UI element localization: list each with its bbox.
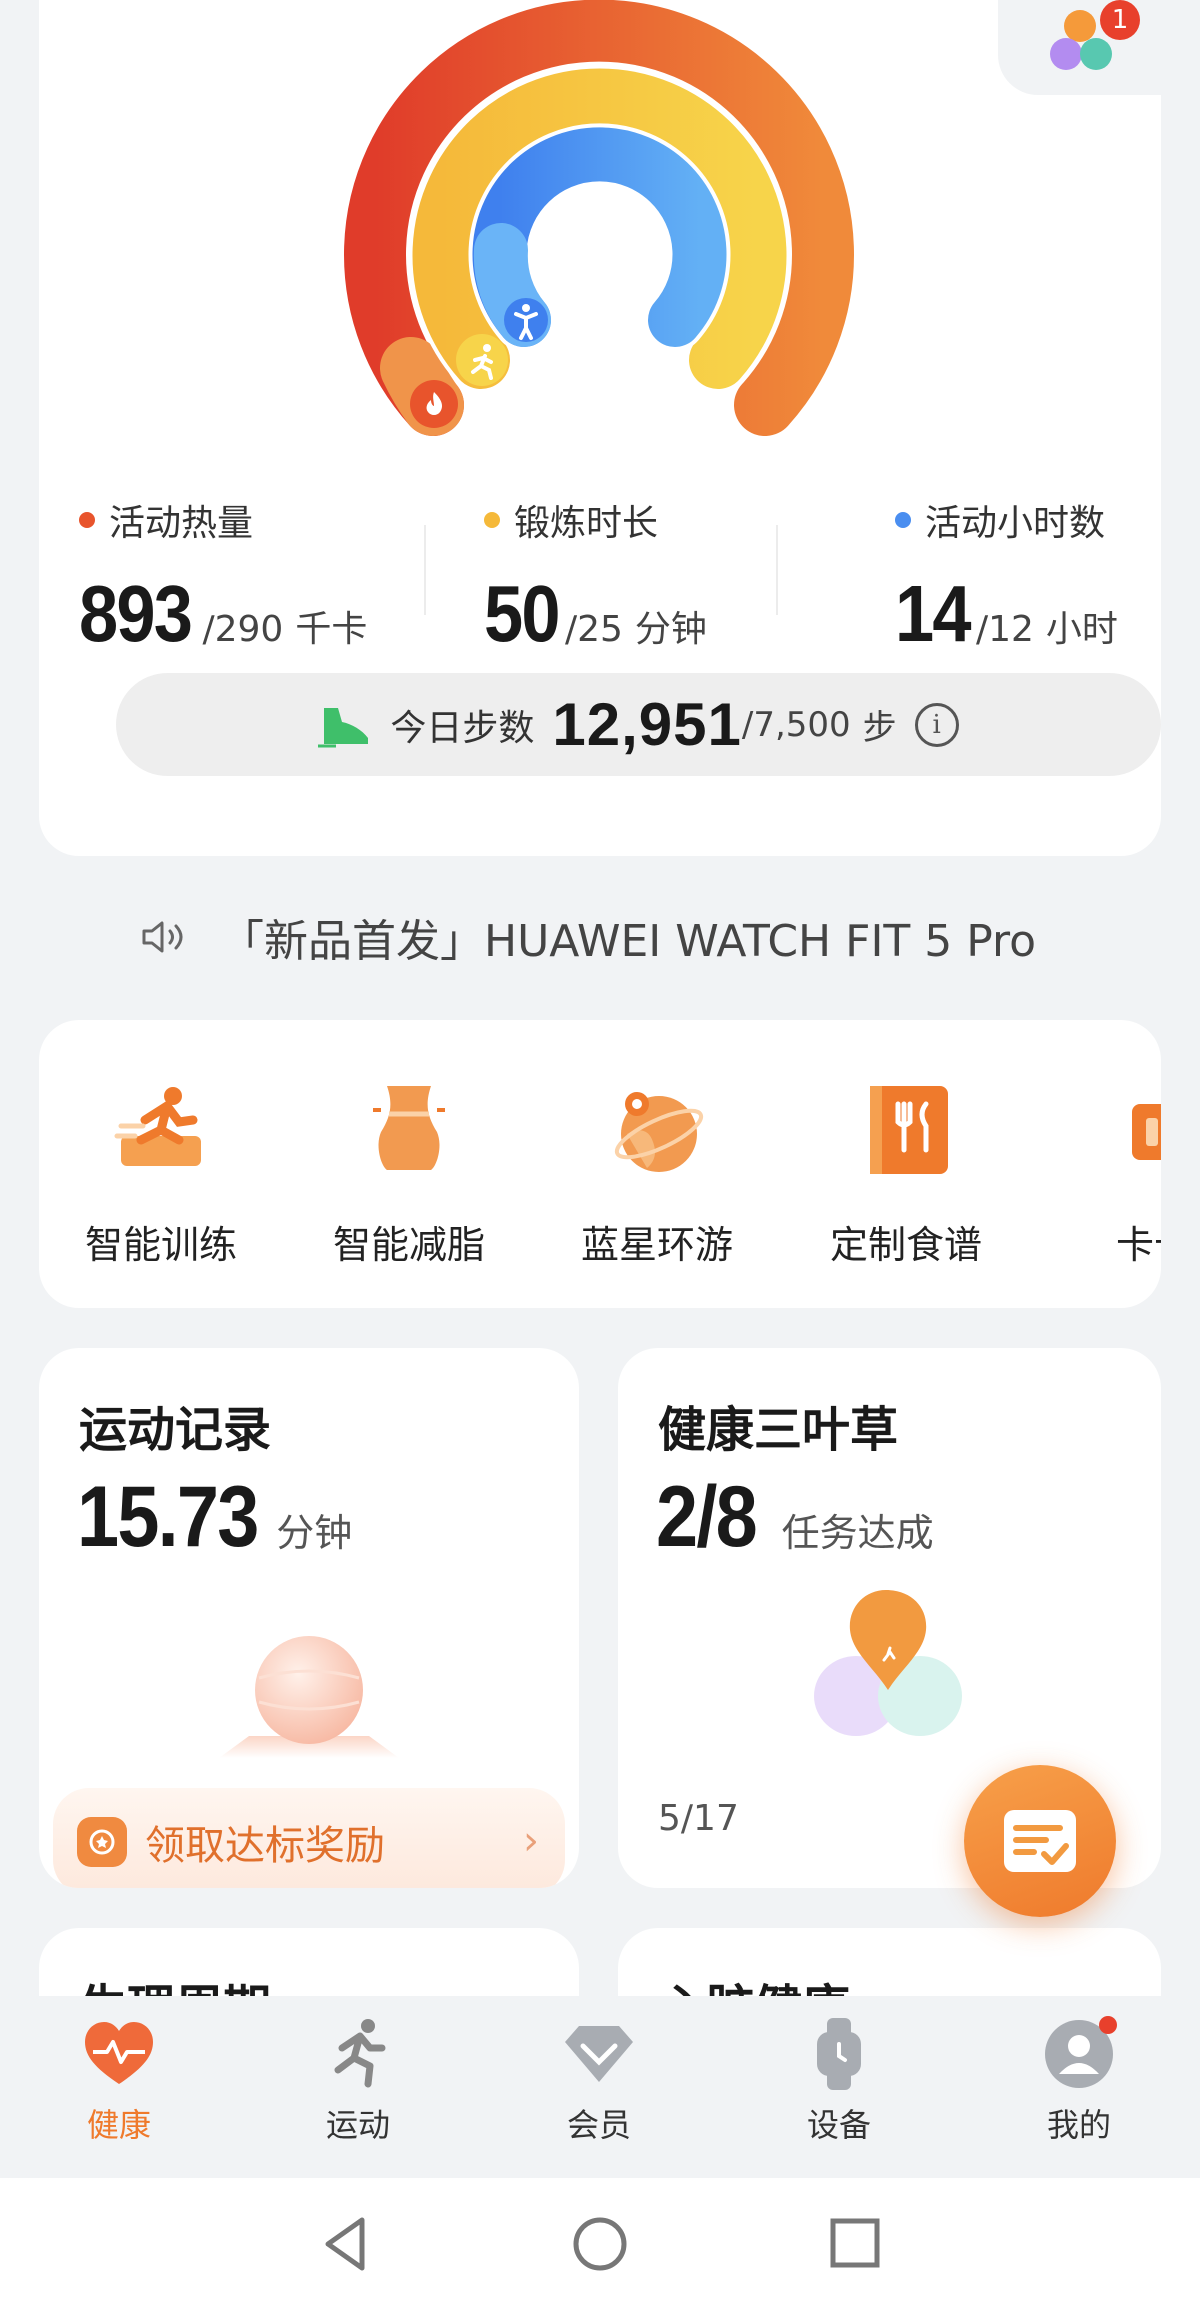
card-icon: [1104, 1080, 1161, 1180]
shortcuts-card: 智能训练 智能减脂 蓝星环游 定制食谱 卡: [39, 1020, 1161, 1308]
nav-exercise[interactable]: 运动: [283, 2014, 433, 2146]
nav-profile[interactable]: 我的: [1004, 2014, 1154, 2146]
back-icon[interactable]: [320, 2214, 370, 2274]
bottom-nav: 健康 运动 会员 设备 我的: [0, 1996, 1200, 2178]
exercise-duration-value: 15.73: [77, 1469, 259, 1565]
metric-label: 锻炼时长: [514, 503, 659, 544]
system-nav-bar: [0, 2178, 1200, 2310]
shortcut-smart-fat-loss[interactable]: 智能减脂: [309, 1080, 509, 1269]
globe-travel-icon: [607, 1080, 707, 1180]
shortcut-card[interactable]: 卡卡: [1054, 1080, 1161, 1269]
metric-goal: /25: [564, 609, 623, 650]
metric-label: 活动小时数: [925, 503, 1106, 544]
apps-shortcut[interactable]: 1: [998, 0, 1168, 95]
metric-calories: 活动热量 893/290 千卡: [79, 494, 367, 660]
shortcut-label: 智能减脂: [332, 1223, 485, 1267]
steps-goal: /7,500: [741, 704, 851, 745]
nav-devices[interactable]: 设备: [764, 2014, 914, 2146]
nav-label: 运动: [325, 2106, 390, 2144]
clover-progress-value: 2/8: [656, 1469, 758, 1565]
metric-value: 50: [484, 569, 561, 658]
metric-goal: /12: [975, 609, 1034, 650]
shoe-icon: [318, 707, 369, 747]
announcement-text: 「新品首发」HUAWEI WATCH FIT 5 Pro: [220, 916, 1037, 967]
steps-label: 今日步数: [390, 707, 535, 749]
shortcut-label: 蓝星环游: [580, 1223, 733, 1267]
profile-icon: [1039, 2014, 1119, 2094]
waist-fat-loss-icon: [359, 1080, 459, 1180]
runner-icon: [318, 2014, 398, 2094]
stand-dot: [895, 512, 911, 528]
notification-dot: [1099, 2016, 1117, 2034]
card-title: 运动记录: [79, 1402, 272, 1458]
steps-value: 12,951: [552, 691, 742, 758]
nav-label: 设备: [806, 2106, 871, 2144]
shortcut-blue-planet-tour[interactable]: 蓝星环游: [557, 1080, 757, 1269]
activity-rings-chart[interactable]: [39, 0, 1161, 470]
metric-goal: /290: [202, 609, 284, 650]
nav-health[interactable]: 健康: [44, 2014, 194, 2146]
clover-icon: [814, 1590, 962, 1736]
exercise-duration-unit: 分钟: [276, 1511, 353, 1555]
metric-value: 893: [79, 569, 193, 658]
metric-unit: 千卡: [295, 609, 368, 650]
notification-badge: 1: [1100, 0, 1140, 40]
heart-pulse-icon: [79, 2014, 159, 2094]
steps-unit: 步: [862, 708, 897, 748]
clover-progress-unit: 任务达成: [781, 1511, 934, 1555]
metric-label: 活动热量: [109, 503, 254, 544]
divider: [776, 525, 778, 615]
exercise-dot: [484, 512, 500, 528]
shortcut-label: 智能训练: [84, 1223, 237, 1267]
home-icon[interactable]: [570, 2214, 630, 2274]
announcement-bar[interactable]: 「新品首发」HUAWEI WATCH FIT 5 Pro: [140, 905, 1036, 969]
health-log-fab[interactable]: [964, 1765, 1116, 1917]
clover-date: 5/17: [658, 1798, 739, 1839]
exercise-record-card[interactable]: 运动记录 15.73 分钟 领取达标奖励 ›: [39, 1348, 579, 1888]
diamond-icon: [559, 2014, 639, 2094]
nav-label: 健康: [86, 2106, 151, 2144]
metric-unit: 小时: [1045, 609, 1118, 650]
recipe-book-icon: [856, 1080, 956, 1180]
nav-membership[interactable]: 会员: [524, 2014, 674, 2146]
metric-stand-hours: 活动小时数 14/12 小时: [895, 494, 1118, 660]
metric-value: 14: [895, 569, 972, 658]
checklist-icon: [1004, 1810, 1076, 1872]
nav-label: 会员: [566, 2106, 631, 2144]
steps-bar[interactable]: 今日步数 12,951 /7,500 步 i: [116, 673, 1161, 776]
chevron-right-icon: ›: [523, 1818, 539, 1864]
claim-reward-button[interactable]: 领取达标奖励 ›: [53, 1788, 565, 1888]
metric-unit: 分钟: [634, 609, 707, 650]
recents-icon[interactable]: [828, 2216, 882, 2270]
reward-label: 领取达标奖励: [145, 1823, 385, 1869]
calories-dot: [79, 512, 95, 528]
sphere-illustration: [219, 1636, 399, 1758]
medal-icon: [77, 1817, 127, 1867]
speaker-icon: [142, 921, 183, 953]
nav-label: 我的: [1046, 2106, 1111, 2144]
shortcut-custom-recipe[interactable]: 定制食谱: [806, 1080, 1006, 1269]
info-icon[interactable]: i: [914, 702, 959, 747]
activity-rings-card[interactable]: 活动热量 893/290 千卡 锻炼时长 50/25 分钟 活动小时数 14/12 小…: [39, 0, 1161, 856]
divider: [424, 525, 426, 615]
watch-icon: [799, 2014, 879, 2094]
shortcut-label: 卡卡: [1115, 1223, 1161, 1267]
shortcut-label: 定制食谱: [829, 1223, 982, 1267]
metric-exercise: 锻炼时长 50/25 分钟: [484, 494, 707, 660]
running-training-icon: [111, 1080, 211, 1180]
shortcut-smart-training[interactable]: 智能训练: [61, 1080, 261, 1269]
card-title: 健康三叶草: [658, 1402, 899, 1458]
